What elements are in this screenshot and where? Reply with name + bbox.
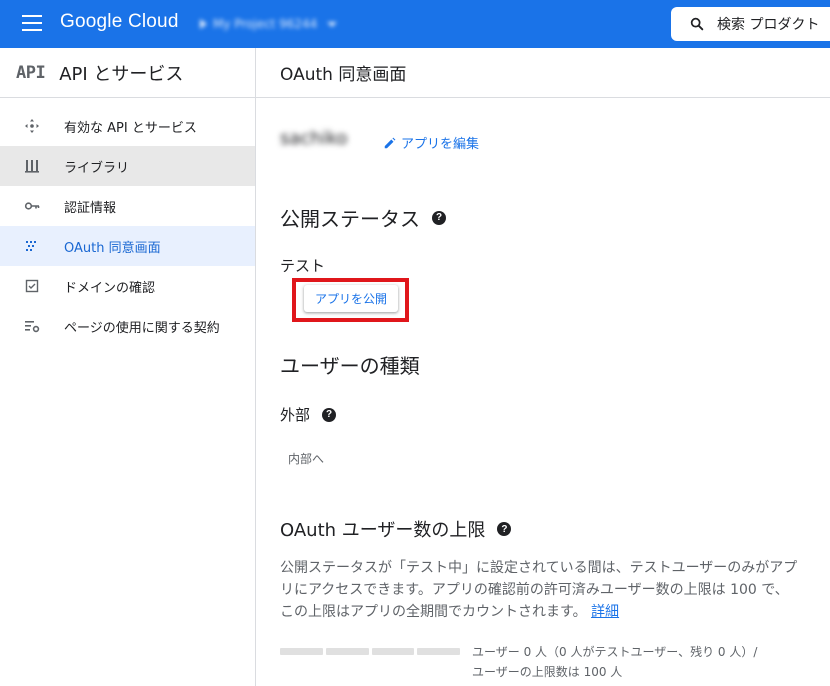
page-header: OAuth 同意画面 <box>256 48 830 98</box>
user-type-heading-text: ユーザーの種類 <box>280 354 420 378</box>
checkbox-icon <box>24 278 40 294</box>
sidebar-item-label: ライブラリ <box>64 160 130 176</box>
progress-segment <box>417 648 460 655</box>
learn-more-link[interactable]: 詳細 <box>591 604 619 620</box>
enabled-apis-icon <box>24 118 40 134</box>
app-name: sachiko <box>280 128 348 149</box>
user-cap-heading: OAuth ユーザー数の上限 ? <box>280 516 512 542</box>
usage-line-2: ユーザーの上限数は 100 人 <box>472 665 623 679</box>
user-cap-description-text: 公開ステータスが「テスト中」に設定されている間は、テストユーザーのみがアプリにア… <box>280 560 798 620</box>
sidebar-item-library[interactable]: ライブラリ <box>0 146 255 186</box>
progress-segment <box>371 648 415 655</box>
settings-list-icon <box>24 318 40 334</box>
make-internal-button[interactable]: 内部へ <box>288 450 324 467</box>
project-selector[interactable]: My Project 96244 <box>200 14 338 34</box>
sidebar-item-label: ページの使用に関する契約 <box>64 320 220 336</box>
key-icon <box>24 198 40 214</box>
top-app-bar: Google Cloud My Project 96244 検索 プロダクト <box>0 0 830 48</box>
main-content: OAuth 同意画面 sachiko アプリを編集 公開ステータス ? テスト … <box>256 48 830 686</box>
search-icon <box>690 17 704 31</box>
user-type-heading: ユーザーの種類 <box>280 350 420 379</box>
sidebar-nav: 有効な API とサービス ライブラリ 認証情報 OAuth 同意画面 ドメイン… <box>0 98 255 346</box>
help-icon[interactable]: ? <box>432 210 446 225</box>
project-name: My Project 96244 <box>213 17 318 31</box>
publish-status-heading-text: 公開ステータス <box>280 207 420 231</box>
edit-app-label: アプリを編集 <box>401 137 480 152</box>
sidebar-item-oauth-consent[interactable]: OAuth 同意画面 <box>0 226 255 266</box>
oauth-consent-icon <box>24 238 40 254</box>
publish-app-button[interactable]: アプリを公開 <box>304 285 398 312</box>
usage-line-1: ユーザー 0 人（0 人がテストユーザー、残り 0 人）/ <box>472 645 758 659</box>
user-type-value: 外部 ? <box>280 404 337 425</box>
sidebar-item-label: OAuth 同意画面 <box>64 240 161 256</box>
search-label: 検索 プロダクト <box>717 17 820 33</box>
sidebar: API API とサービス 有効な API とサービス ライブラリ 認証情報 O… <box>0 48 256 686</box>
help-icon[interactable]: ? <box>497 522 512 536</box>
user-cap-description: 公開ステータスが「テスト中」に設定されている間は、テストユーザーのみがアプリにア… <box>280 557 800 623</box>
page-title: OAuth 同意画面 <box>280 65 407 85</box>
library-icon <box>24 158 40 174</box>
pencil-icon <box>384 137 396 148</box>
user-type-value-text: 外部 <box>280 406 311 424</box>
sidebar-item-enabled-apis[interactable]: 有効な API とサービス <box>0 106 255 146</box>
progress-segment <box>280 648 323 655</box>
google-cloud-logo[interactable]: Google Cloud <box>60 11 179 33</box>
sidebar-item-label: ドメインの確認 <box>64 280 156 296</box>
hamburger-menu-icon[interactable] <box>22 15 42 33</box>
sidebar-item-label: 有効な API とサービス <box>64 120 197 136</box>
help-icon[interactable]: ? <box>322 407 337 422</box>
user-cap-heading-text: OAuth ユーザー数の上限 <box>280 520 486 541</box>
api-badge-icon: API <box>16 62 46 83</box>
publish-status-value: テスト <box>280 257 326 275</box>
user-cap-progress-bar <box>280 648 460 655</box>
user-cap-usage: ユーザー 0 人（0 人がテストユーザー、残り 0 人）/ ユーザーの上限数は … <box>472 642 802 682</box>
sidebar-item-label: 認証情報 <box>64 200 117 216</box>
publish-status-heading: 公開ステータス ? <box>280 203 446 232</box>
sidebar-item-page-usage-agreements[interactable]: ページの使用に関する契約 <box>0 306 255 346</box>
search-bar[interactable]: 検索 プロダクト <box>671 7 830 41</box>
sidebar-title: API とサービス <box>59 63 184 85</box>
project-dots-icon <box>200 19 207 29</box>
progress-segment <box>325 648 369 655</box>
sidebar-header: API API とサービス <box>0 48 255 98</box>
sidebar-item-credentials[interactable]: 認証情報 <box>0 186 255 226</box>
edit-app-button[interactable]: アプリを編集 <box>383 133 479 152</box>
caret-down-icon <box>327 21 338 27</box>
sidebar-item-domain-verification[interactable]: ドメインの確認 <box>0 266 255 306</box>
